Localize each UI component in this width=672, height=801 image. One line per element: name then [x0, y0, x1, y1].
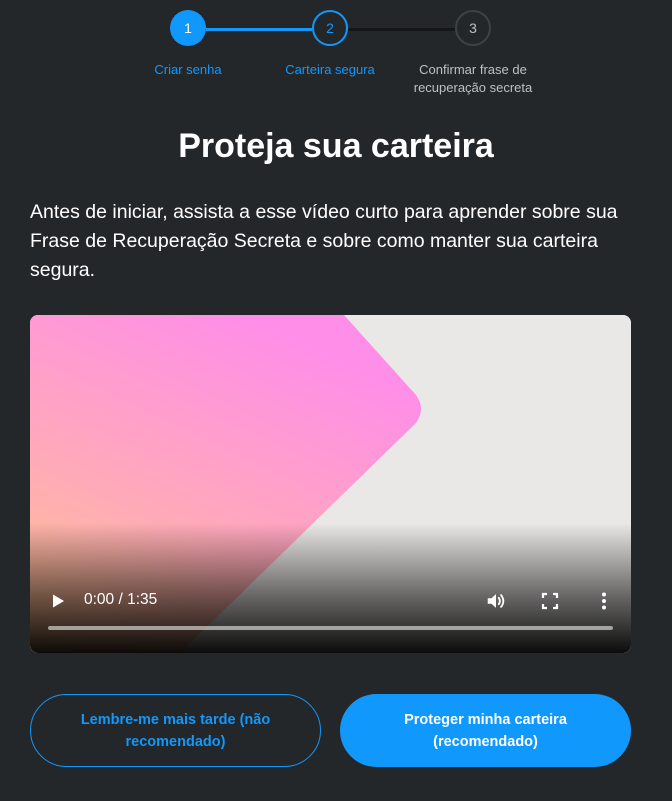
video-player[interactable]: 0:00 / 1:35: [30, 315, 631, 653]
page-description: Antes de iniciar, assista a esse vídeo c…: [30, 201, 618, 281]
secure-wallet-button[interactable]: Proteger minha carteira (recomendado): [340, 694, 631, 767]
play-button[interactable]: [44, 587, 72, 615]
fullscreen-icon: [541, 592, 559, 610]
more-options-button[interactable]: [590, 587, 618, 615]
step-1-indicator: 1: [170, 10, 206, 46]
remind-later-button[interactable]: Lembre-me mais tarde (não recomendado): [30, 694, 321, 767]
play-icon: [53, 594, 64, 608]
video-time: 0:00 / 1:35: [84, 591, 158, 608]
progress-stepper: 1 2 3 Criar senha Carteira segura Confir…: [0, 0, 672, 110]
volume-button[interactable]: [482, 587, 510, 615]
step-3-indicator: 3: [455, 10, 491, 46]
step-connector-2: [348, 28, 455, 31]
secure-wallet-page: 1 2 3 Criar senha Carteira segura Confir…: [0, 0, 672, 801]
video-progress-bar[interactable]: [48, 626, 613, 630]
volume-icon: [487, 594, 505, 608]
step-2-label: Carteira segura: [285, 62, 375, 77]
fullscreen-button[interactable]: [536, 587, 564, 615]
step-3-label: Confirmar frase de recuperação secreta: [413, 62, 533, 95]
step-2-indicator: 2: [312, 10, 348, 46]
step-connector-1: [206, 28, 312, 31]
more-vertical-icon: [602, 592, 606, 610]
page-title: Proteja sua carteira: [178, 127, 494, 165]
step-1-label: Criar senha: [154, 62, 222, 77]
